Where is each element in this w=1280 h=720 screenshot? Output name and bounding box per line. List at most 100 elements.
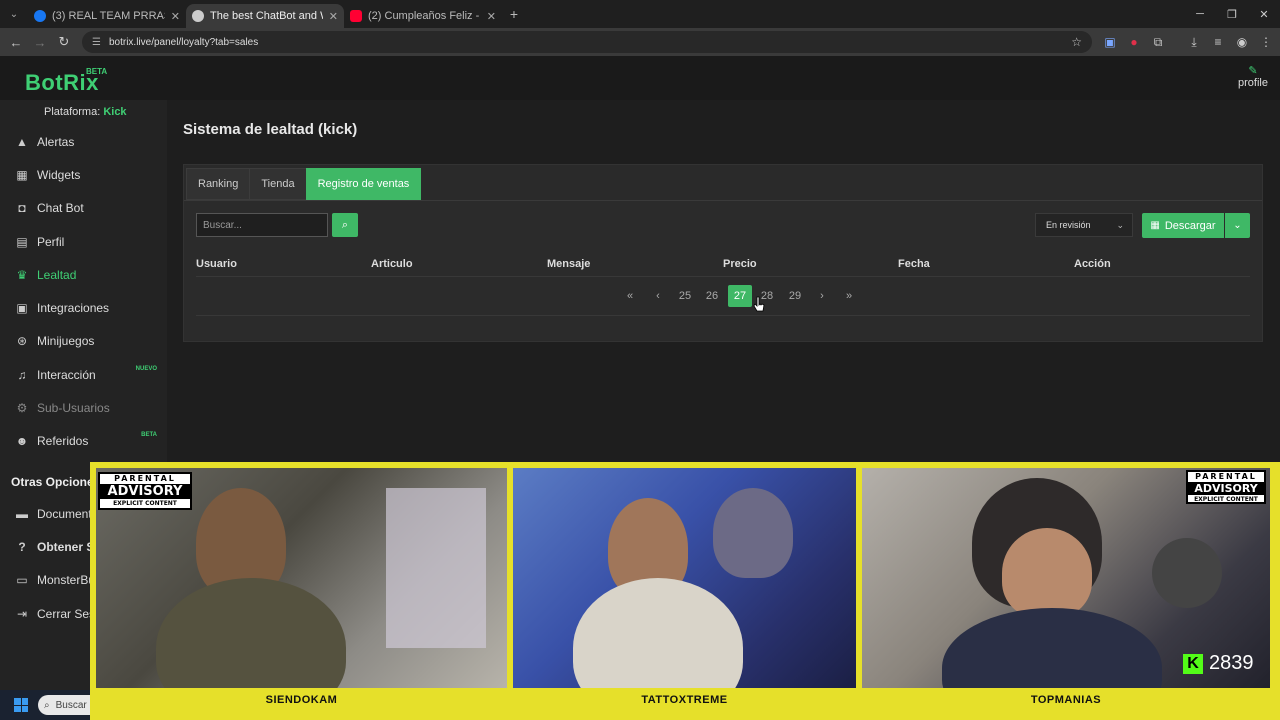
- botrix-favicon-icon: [192, 10, 204, 22]
- excel-file-icon: ▦: [1150, 220, 1160, 231]
- sidebar-item-lealtad[interactable]: ♛ Lealtad: [0, 262, 167, 288]
- webcam-overlay: PARENTAL ADVISORY EXPLICIT CONTENT PAREN…: [90, 462, 1280, 720]
- streamer-name-tattoxtreme: TATTOXTREME: [641, 694, 728, 706]
- sidebar-item-sub-usuarios[interactable]: ⚙ Sub-Usuarios: [0, 395, 167, 421]
- download-button[interactable]: ▦ Descargar: [1142, 213, 1224, 238]
- download-options-button[interactable]: ⌄: [1225, 213, 1250, 238]
- warning-icon: ▲: [16, 135, 28, 149]
- last-page-icon[interactable]: »: [838, 285, 860, 307]
- youtube-icon: [350, 10, 362, 22]
- taskbar-search[interactable]: ⌕ Buscar: [38, 695, 90, 715]
- new-tab-button[interactable]: +: [502, 6, 526, 22]
- download-icon[interactable]: ⤓: [1186, 35, 1202, 50]
- platform-value: Kick: [103, 106, 127, 118]
- column-header-articulo[interactable]: Articulo: [371, 258, 413, 270]
- close-icon[interactable]: ✕: [487, 10, 496, 23]
- column-header-accion[interactable]: Acción: [1074, 258, 1111, 270]
- browser-tab-facebook[interactable]: (3) REAL TEAM PRRASI | Facebo ✕: [28, 4, 186, 28]
- parental-advisory-label: PARENTAL ADVISORY EXPLICIT CONTENT: [98, 472, 192, 510]
- sidebar-item-chat-bot[interactable]: ◘ Chat Bot: [0, 195, 167, 221]
- advisory-line3: EXPLICIT CONTENT: [1194, 496, 1258, 503]
- forward-icon[interactable]: →: [28, 35, 52, 50]
- minimize-icon[interactable]: ─: [1184, 0, 1216, 28]
- url-field[interactable]: ☰ botrix.live/panel/loyalty?tab=sales ☆: [82, 31, 1092, 53]
- translate-icon[interactable]: ▣: [1102, 35, 1118, 50]
- tab-search-icon[interactable]: ⌄: [0, 0, 28, 28]
- streamer-figure: [1002, 528, 1092, 618]
- section-title-otras-opciones: Otras Opciones: [11, 475, 101, 489]
- prev-page-icon[interactable]: ‹: [647, 285, 669, 307]
- users-icon: ☻: [15, 434, 29, 448]
- close-window-icon[interactable]: ✕: [1248, 0, 1280, 28]
- sidebar-item-integraciones[interactable]: ▣ Integraciones: [0, 295, 167, 321]
- url-text: botrix.live/panel/loyalty?tab=sales: [108, 36, 259, 48]
- column-header-usuario[interactable]: Usuario: [196, 258, 237, 270]
- browser-tab-bar: ⌄ (3) REAL TEAM PRRASI | Facebo ✕ The be…: [0, 0, 1280, 28]
- search-icon: ⌕: [44, 699, 50, 711]
- page-26[interactable]: 26: [701, 285, 723, 307]
- streamer-body: [942, 608, 1162, 688]
- sidebar-item-label: Integraciones: [37, 301, 110, 315]
- parental-advisory-label: PARENTAL ADVISORY EXPLICIT CONTENT: [1186, 470, 1266, 504]
- sidebar-item-widgets[interactable]: ▦ Widgets: [0, 162, 167, 188]
- platform-indicator: Plataforma: Kick: [44, 106, 127, 118]
- tab-registro-de-ventas[interactable]: Registro de ventas: [305, 168, 422, 200]
- reading-list-icon[interactable]: ≡: [1210, 35, 1226, 50]
- pagination: « ‹ 25 26 27 28 29 › »: [184, 285, 1262, 307]
- logout-icon: ⇥: [16, 607, 28, 621]
- browser-menu-icon[interactable]: ⋮: [1258, 35, 1274, 50]
- windows-start-icon[interactable]: [14, 698, 28, 712]
- extension-red-icon[interactable]: ●: [1126, 35, 1142, 50]
- first-page-icon[interactable]: «: [619, 285, 641, 307]
- tab-tienda[interactable]: Tienda: [249, 168, 307, 200]
- extensions-puzzle-icon[interactable]: ⧉: [1150, 35, 1166, 50]
- beta-badge: BETA: [86, 67, 108, 76]
- search-button[interactable]: ⌕: [332, 213, 358, 237]
- users-cog-icon: ⚙: [16, 401, 28, 415]
- sidebar-item-label: Sub-Usuarios: [37, 401, 110, 415]
- column-header-precio[interactable]: Precio: [723, 258, 757, 270]
- close-icon[interactable]: ✕: [171, 10, 180, 23]
- page-29[interactable]: 29: [784, 285, 806, 307]
- advisory-line1: PARENTAL: [114, 474, 176, 483]
- back-icon[interactable]: ←: [4, 35, 28, 50]
- sidebar-item-interaccion[interactable]: ♫ Interacción NUEVO: [0, 362, 167, 388]
- sidebar-item-minijuegos[interactable]: ⊛ Minijuegos: [0, 328, 167, 354]
- page-25[interactable]: 25: [674, 285, 696, 307]
- window-controls: ─ ❐ ✕: [1184, 0, 1280, 28]
- bookmark-star-icon[interactable]: ☆: [1071, 35, 1082, 49]
- page-27-current[interactable]: 27: [728, 285, 752, 307]
- close-icon[interactable]: ✕: [329, 10, 338, 23]
- browser-tab-botrix[interactable]: The best ChatBot and Widgets ✕: [186, 4, 344, 28]
- trophy-icon: ♛: [16, 268, 28, 282]
- column-header-fecha[interactable]: Fecha: [898, 258, 930, 270]
- music-icon: ♫: [17, 368, 27, 382]
- sidebar-item-label: Chat Bot: [37, 201, 84, 215]
- pc-case: [386, 488, 486, 648]
- site-info-icon[interactable]: ☰: [92, 37, 101, 48]
- chevron-down-icon: ⌄: [1233, 220, 1242, 231]
- gamepad-icon: ⊛: [16, 334, 28, 348]
- next-page-icon[interactable]: ›: [811, 285, 833, 307]
- profile-button[interactable]: ✎ profile: [1238, 64, 1268, 89]
- account-icon[interactable]: ◉: [1234, 35, 1250, 50]
- plug-icon: ▣: [16, 301, 28, 315]
- download-label: Descargar: [1164, 219, 1216, 232]
- tab-title: (3) REAL TEAM PRRASI | Facebo: [52, 10, 165, 22]
- advisory-line3: EXPLICIT CONTENT: [113, 500, 177, 507]
- viewer-count: K 2839: [1183, 652, 1254, 675]
- mouse-cursor-icon: [753, 296, 765, 312]
- webcam-feed-tattoxtreme: [513, 468, 856, 688]
- restore-icon[interactable]: ❐: [1216, 0, 1248, 28]
- edit-icon: ✎: [1248, 65, 1258, 77]
- reload-icon[interactable]: ↻: [52, 34, 76, 50]
- sidebar-item-perfil[interactable]: ▤ Perfil: [0, 229, 167, 255]
- browser-tab-youtube[interactable]: (2) Cumpleaños Feliz - Happy B ✕: [344, 4, 502, 28]
- column-header-mensaje[interactable]: Mensaje: [547, 258, 590, 270]
- tab-ranking[interactable]: Ranking: [186, 168, 251, 200]
- sidebar-item-referidos[interactable]: ☻ Referidos BETA: [0, 428, 167, 454]
- status-select[interactable]: En revisión ⌄: [1035, 213, 1133, 237]
- sales-panel: ⌕ En revisión ⌄ ▦ Descargar ⌄ Usuario Ar…: [184, 200, 1262, 340]
- sidebar-item-alertas[interactable]: ▲ Alertas: [0, 129, 167, 155]
- search-input[interactable]: [196, 213, 328, 237]
